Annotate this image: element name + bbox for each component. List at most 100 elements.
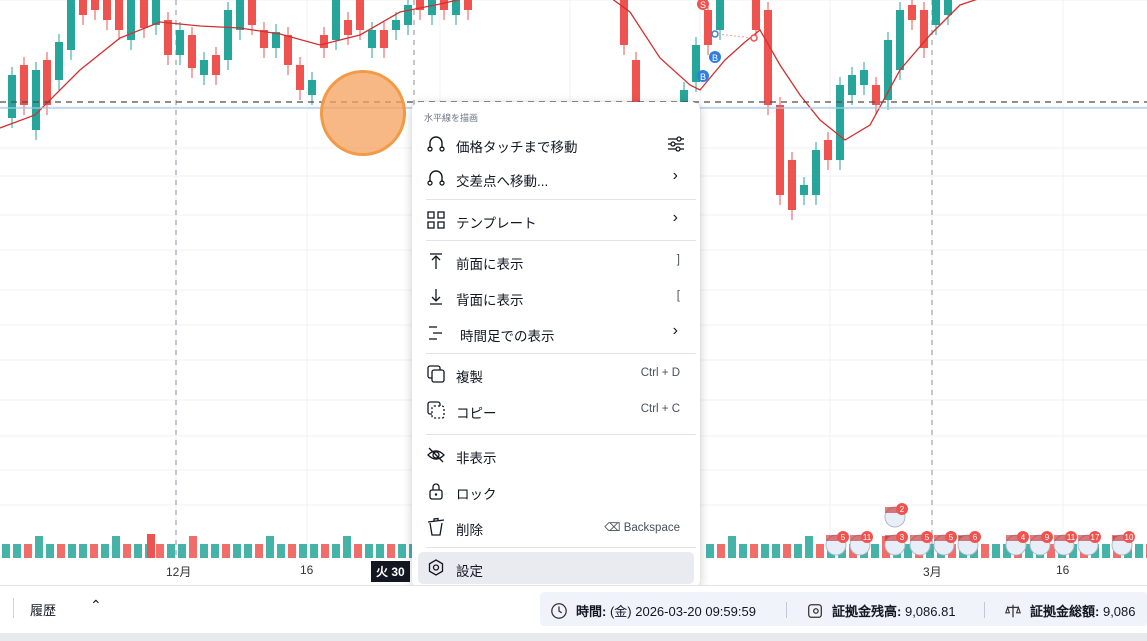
volume-bar	[147, 534, 155, 558]
menu-item-bring-front[interactable]: 前面に表示 ]	[418, 245, 694, 277]
volume-bar	[222, 544, 230, 558]
event-count: 2	[900, 505, 905, 514]
event-count: 4	[1021, 533, 1026, 542]
candle-body	[320, 35, 328, 48]
candle-body	[464, 0, 472, 10]
candle-body	[440, 0, 448, 10]
menu-divider	[426, 199, 696, 200]
volume-bar	[244, 544, 252, 558]
menu-label: コピー	[456, 406, 497, 421]
candle-body	[67, 0, 75, 50]
candle-body	[176, 30, 184, 55]
volume-bar	[321, 544, 329, 558]
candle-body	[716, 0, 724, 30]
menu-item-settings[interactable]: 設定	[418, 552, 694, 584]
chevron-up-icon[interactable]: ⌃	[90, 597, 102, 614]
candle-body	[380, 30, 388, 48]
sliders-icon[interactable]	[666, 134, 686, 154]
equity-value: 9,086	[1102, 604, 1136, 619]
menu-label: 交差点へ移動...	[456, 174, 549, 189]
volume-bar	[90, 544, 98, 558]
candle-body	[79, 0, 87, 15]
volume-bar	[992, 544, 1000, 558]
volume-bar	[365, 544, 373, 558]
menu-shortcut: ]	[676, 254, 680, 266]
chevron-right-icon: ›	[672, 322, 678, 339]
menu-item-cross-point[interactable]: 交差点へ移動... ›	[418, 162, 694, 194]
volume-bar	[266, 536, 274, 558]
candle-body	[284, 35, 292, 65]
menu-divider	[426, 240, 696, 241]
bring-front-icon	[430, 253, 442, 269]
menu-label: 時間足での表示	[460, 329, 555, 344]
x-label-crosshair: 火 30	[371, 561, 410, 582]
timeframe-visibility-icon	[429, 326, 442, 340]
menu-item-lock[interactable]: ロック	[418, 475, 694, 507]
candle-body	[944, 0, 952, 15]
candle-body	[344, 20, 352, 35]
balance-status: 証拠金残高: 9,086.81	[806, 601, 956, 620]
volume-bar	[354, 544, 362, 558]
menu-item-delete[interactable]: 削除 ⌫ Backspace	[418, 511, 694, 543]
menu-item-price-touch[interactable]: 価格タッチまで移動	[418, 128, 694, 160]
cross-point-icon	[427, 170, 445, 186]
volume-bar	[200, 544, 208, 558]
candle-body	[392, 20, 400, 30]
candle-body	[632, 60, 640, 108]
menu-label: 価格タッチまで移動	[456, 140, 578, 155]
menu-shortcut: ⌫ Backspace	[604, 522, 680, 534]
candle-body	[103, 0, 111, 20]
menu-item-send-back[interactable]: 背面に表示 [	[418, 281, 694, 313]
volume-bar	[816, 544, 824, 558]
copy-icon	[427, 401, 445, 419]
menu-item-timeframe-visibility[interactable]: 時間足での表示 ›	[418, 317, 694, 349]
volume-bar	[376, 544, 384, 558]
event-count: 17	[1091, 533, 1100, 542]
volume-bar	[398, 544, 406, 558]
time-value: (金) 2026-03-20 09:59:59	[609, 604, 756, 619]
volume-bar	[794, 544, 802, 558]
candle-body	[296, 65, 304, 90]
menu-label: 背面に表示	[456, 293, 524, 308]
candle-body	[452, 0, 460, 15]
menu-item-hide[interactable]: 非表示	[418, 439, 694, 471]
menu-item-template[interactable]: テンプレート ›	[418, 204, 694, 236]
gear-icon	[428, 559, 444, 576]
template-grid-icon	[427, 211, 445, 229]
volume-bar	[68, 544, 76, 558]
menu-label: 前面に表示	[456, 257, 524, 272]
volume-bar	[233, 544, 241, 558]
candle-body	[91, 0, 99, 10]
time-status: 時間: (金) 2026-03-20 09:59:59	[550, 601, 756, 620]
volume-bar	[189, 536, 197, 558]
chevron-right-icon: ›	[672, 209, 678, 226]
menu-header: 水平線を描画	[424, 113, 479, 123]
volume-bar	[277, 544, 285, 558]
touch-cursor-indicator	[320, 70, 406, 156]
volume-bar	[13, 544, 21, 558]
toolbar-divider	[13, 598, 14, 618]
event-count: 10	[1125, 533, 1134, 542]
volume-bar	[387, 544, 395, 558]
volume-bar	[1102, 544, 1110, 558]
clock-icon	[551, 603, 567, 619]
volume-bar	[310, 544, 318, 558]
menu-item-clone[interactable]: 複製 Ctrl + D	[418, 358, 694, 390]
candle-body	[188, 35, 196, 68]
x-label-dec: 12月	[166, 565, 192, 579]
volume-bar	[156, 544, 164, 558]
candle-body	[236, 0, 244, 30]
history-tab[interactable]: 履歴	[30, 600, 56, 619]
volume-bar	[57, 544, 65, 558]
candle-body	[932, 0, 940, 25]
candle-body	[212, 55, 220, 75]
scale-icon	[1005, 604, 1021, 618]
candle-body	[332, 0, 340, 40]
event-count: 5	[949, 533, 954, 542]
volume-bar	[2, 544, 10, 558]
candle-body	[860, 70, 868, 85]
candle-body	[752, 0, 760, 30]
candle-body	[764, 10, 772, 105]
menu-item-copy[interactable]: コピー Ctrl + C	[418, 394, 694, 426]
menu-label: 複製	[456, 370, 483, 385]
